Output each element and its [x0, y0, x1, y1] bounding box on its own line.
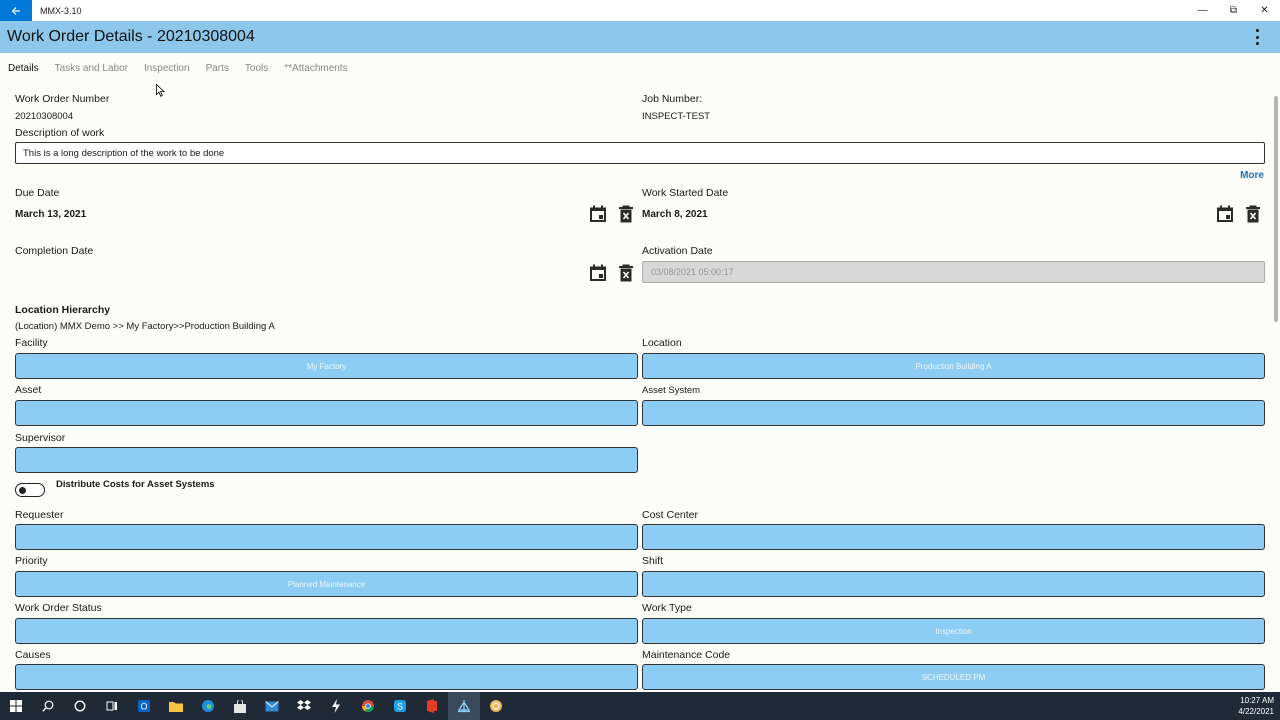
tab-attachments[interactable]: **Attachments: [284, 63, 347, 74]
asset-field[interactable]: [15, 400, 638, 426]
delete-icon[interactable]: [617, 264, 635, 282]
mouse-cursor-icon: [156, 84, 165, 97]
svg-text:O: O: [140, 702, 147, 712]
work-order-status-label: Work Order Status: [15, 602, 102, 614]
task-view-icon[interactable]: [96, 692, 128, 720]
svg-text:S: S: [397, 702, 403, 712]
vertical-scrollbar[interactable]: [1274, 96, 1278, 322]
settings-app-icon[interactable]: [480, 692, 512, 720]
maintenance-code-field[interactable]: SCHEDULED PM: [642, 664, 1265, 690]
description-input[interactable]: This is a long description of the work t…: [15, 142, 1265, 164]
more-options-icon[interactable]: [1252, 29, 1262, 45]
restore-icon[interactable]: ⧉: [1218, 0, 1249, 21]
work-order-status-field[interactable]: [15, 618, 638, 644]
arrow-left-icon: [11, 6, 20, 15]
skype-icon[interactable]: S: [384, 692, 416, 720]
mmx-app-icon[interactable]: [448, 692, 480, 720]
due-date-label: Due Date: [15, 187, 60, 199]
chrome-icon[interactable]: [352, 692, 384, 720]
page-title: Work Order Details - 20210308004: [7, 28, 255, 45]
edge-browser-icon[interactable]: [192, 692, 224, 720]
location-field[interactable]: Production Building A: [642, 353, 1265, 379]
work-started-value: March 8, 2021: [642, 209, 708, 220]
requester-label: Requester: [15, 509, 64, 521]
work-order-number-value: 20210308004: [15, 111, 74, 122]
work-type-label: Work Type: [642, 602, 692, 614]
distribute-costs-toggle[interactable]: [15, 483, 45, 497]
taskbar: O S 10:27 AM 4/22/2021: [0, 692, 1280, 720]
description-label: Description of work: [15, 127, 105, 139]
cost-center-field[interactable]: [642, 524, 1265, 550]
causes-field[interactable]: [15, 664, 638, 690]
back-button[interactable]: [0, 0, 32, 21]
activation-date-label: Activation Date: [642, 245, 713, 257]
calendar-icon[interactable]: [589, 205, 607, 223]
window-controls: — ⧉ ✕: [1187, 0, 1280, 21]
cost-center-label: Cost Center: [642, 509, 699, 521]
due-date-value: March 13, 2021: [15, 209, 87, 220]
calendar-icon[interactable]: [1216, 205, 1234, 223]
calendar-icon[interactable]: [589, 264, 607, 282]
job-number-label: Job Number:: [642, 93, 703, 105]
facility-field[interactable]: My Factory: [15, 353, 638, 379]
job-number-value: INSPECT-TEST: [642, 111, 711, 122]
outlook-icon[interactable]: O: [128, 692, 160, 720]
shift-field[interactable]: [642, 571, 1265, 597]
distribute-costs-label: Distribute Costs for Asset Systems: [56, 479, 215, 490]
search-icon[interactable]: [32, 692, 64, 720]
asset-system-label: Asset System: [642, 385, 701, 396]
location-label: Location: [642, 337, 682, 349]
supervisor-label: Supervisor: [15, 432, 66, 444]
store-icon[interactable]: [224, 692, 256, 720]
page-header: Work Order Details - 20210308004: [0, 21, 1280, 53]
tab-details[interactable]: Details: [8, 63, 39, 74]
system-clock[interactable]: 10:27 AM 4/22/2021: [1238, 695, 1274, 717]
mail-icon[interactable]: [256, 692, 288, 720]
close-icon[interactable]: ✕: [1249, 0, 1280, 21]
facility-label: Facility: [15, 337, 48, 349]
lightning-app-icon[interactable]: [320, 692, 352, 720]
work-type-field[interactable]: Inspection: [642, 618, 1265, 644]
supervisor-field[interactable]: [15, 447, 638, 473]
title-bar: MMX-3.10 — ⧉ ✕: [0, 0, 1280, 21]
clock-date: 4/22/2021: [1238, 707, 1274, 716]
tab-bar: Details Tasks and Labor Inspection Parts…: [8, 63, 348, 74]
dropbox-icon[interactable]: [288, 692, 320, 720]
asset-system-field[interactable]: [642, 400, 1265, 426]
requester-field[interactable]: [15, 524, 638, 550]
tab-parts[interactable]: Parts: [206, 63, 229, 74]
location-path: (Location) MMX Demo >> My Factory>>Produ…: [15, 321, 275, 332]
file-explorer-icon[interactable]: [160, 692, 192, 720]
clock-time: 10:27 AM: [1240, 696, 1274, 705]
maintenance-code-label: Maintenance Code: [642, 649, 731, 661]
windows-start-icon[interactable]: [0, 692, 32, 720]
more-link[interactable]: More: [1240, 170, 1264, 181]
tab-tools[interactable]: Tools: [245, 63, 268, 74]
asset-label: Asset: [15, 384, 42, 396]
tab-tasks-and-labor[interactable]: Tasks and Labor: [55, 63, 128, 74]
tab-inspection[interactable]: Inspection: [144, 63, 190, 74]
delete-icon[interactable]: [1244, 205, 1262, 223]
minimize-icon[interactable]: —: [1187, 0, 1218, 21]
app-title: MMX-3.10: [40, 5, 82, 16]
office-icon[interactable]: [416, 692, 448, 720]
shift-label: Shift: [642, 555, 664, 567]
work-order-number-label: Work Order Number: [15, 93, 110, 105]
work-started-label: Work Started Date: [642, 187, 729, 199]
causes-label: Causes: [15, 649, 51, 661]
delete-icon[interactable]: [617, 205, 635, 223]
priority-field[interactable]: Planned Maintenance: [15, 571, 638, 597]
location-hierarchy-heading: Location Hierarchy: [15, 304, 111, 316]
activation-date-input: 03/08/2021 05:00:17: [642, 261, 1265, 283]
completion-date-label: Completion Date: [15, 245, 94, 257]
priority-label: Priority: [15, 555, 48, 567]
cortana-icon[interactable]: [64, 692, 96, 720]
